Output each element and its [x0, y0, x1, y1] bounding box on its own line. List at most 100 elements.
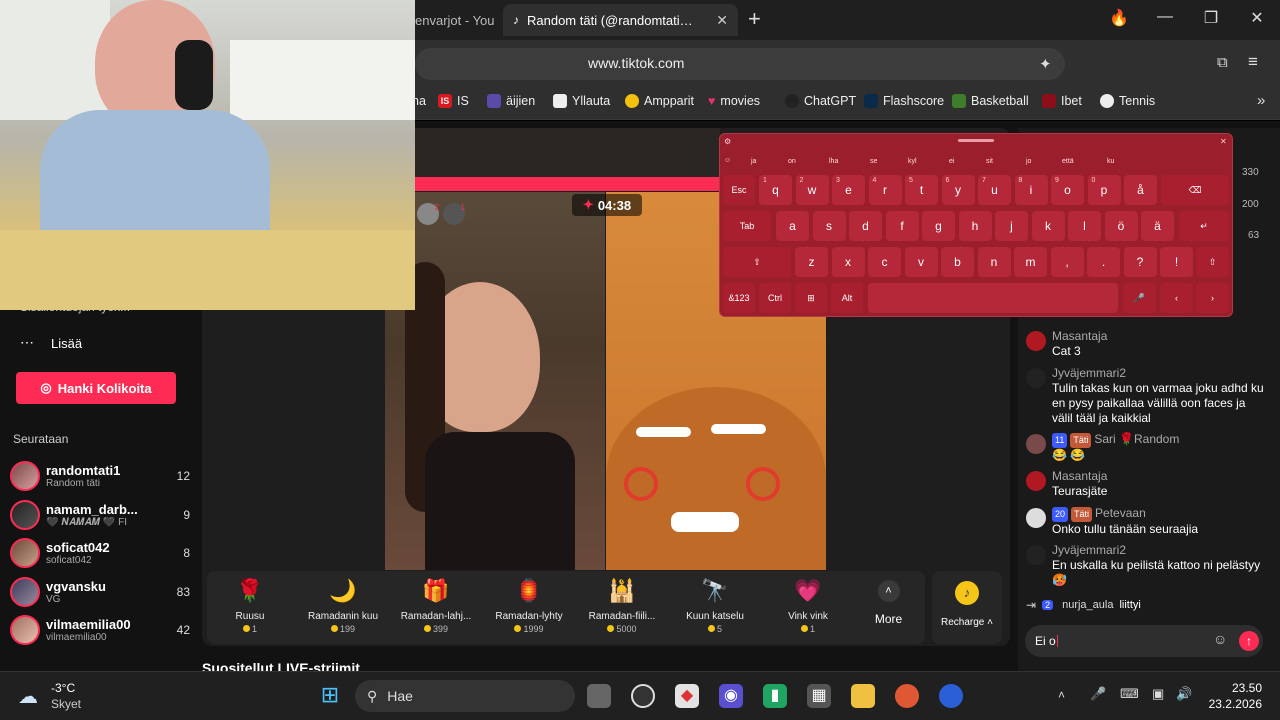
- sidebar-item-more[interactable]: Lisää: [51, 336, 82, 351]
- tabs-icon[interactable]: ⧉: [1217, 54, 1228, 71]
- close-window-button[interactable]: ✕: [1245, 8, 1269, 28]
- bookmark-ampparit[interactable]: Ampparit: [625, 94, 694, 108]
- join-username[interactable]: nurja_aula: [1062, 599, 1113, 611]
- keyboard-key[interactable]: ›: [1196, 283, 1229, 313]
- address-bar[interactable]: [415, 48, 1065, 80]
- chat-username[interactable]: Petevaan: [1095, 506, 1146, 520]
- keyboard-key[interactable]: c: [868, 247, 901, 277]
- keyboard-settings-icon[interactable]: ⚙: [724, 137, 731, 146]
- suggestion[interactable]: jo: [1026, 158, 1031, 165]
- keyboard-key[interactable]: ⊞: [795, 283, 827, 313]
- app-icon[interactable]: ◉: [719, 684, 743, 708]
- keyboard-key[interactable]: Ctrl: [759, 283, 791, 313]
- minimize-button[interactable]: —: [1153, 8, 1177, 26]
- avatar[interactable]: [1026, 508, 1046, 528]
- weather-temp[interactable]: -3°C: [51, 681, 75, 695]
- keyboard-key[interactable]: i8: [1014, 175, 1048, 205]
- keyboard-key[interactable]: o9: [1051, 175, 1084, 205]
- new-tab-button[interactable]: +: [748, 6, 761, 32]
- gift-item[interactable]: 🎁 Ramadan-lahj... 399: [391, 575, 481, 634]
- bookmark-yllauta[interactable]: Yllauta: [553, 94, 610, 108]
- sheets-icon[interactable]: ▮: [763, 684, 787, 708]
- keyboard-key[interactable]: ⇧: [723, 247, 791, 277]
- recharge-button[interactable]: ♪ Recharge ˄: [932, 571, 1002, 644]
- assistant-icon[interactable]: ✦: [1039, 55, 1052, 73]
- network-icon[interactable]: ▣: [1152, 686, 1164, 702]
- keyboard-key[interactable]: d: [849, 211, 882, 241]
- keyboard-key[interactable]: s: [812, 211, 846, 241]
- app-icon[interactable]: [939, 684, 963, 708]
- keyboard-key[interactable]: k: [1031, 211, 1065, 241]
- chat-username[interactable]: Masantaja: [1052, 469, 1107, 484]
- gift-item[interactable]: 🕌 Ramadan-fiili... 5000: [577, 575, 667, 634]
- keyboard-key[interactable]: z: [795, 247, 828, 277]
- taskbar-search[interactable]: ⚲ Hae: [355, 680, 575, 712]
- keyboard-key[interactable]: g: [922, 211, 955, 241]
- suggestion[interactable]: on: [788, 158, 796, 165]
- gift-item[interactable]: 🌹 Ruusu 1: [205, 575, 295, 634]
- avatar[interactable]: [1026, 545, 1046, 565]
- suggestion[interactable]: ku: [1107, 158, 1114, 165]
- keyboard-key[interactable]: Esc: [723, 175, 755, 205]
- suggestion[interactable]: se: [870, 158, 877, 165]
- following-item[interactable]: soficat042 soficat042 8: [10, 535, 190, 571]
- suggestion[interactable]: että: [1062, 158, 1074, 165]
- file-explorer-icon[interactable]: [851, 684, 875, 708]
- tab-youtube[interactable]: envarjot - You: [405, 4, 495, 36]
- gift-item[interactable]: 🌙 Ramadanin kuu 199: [298, 575, 388, 634]
- suggestion[interactable]: ei: [949, 158, 954, 165]
- following-item[interactable]: vilmaemilia00 vilmaemilia00 42: [10, 612, 190, 648]
- keyboard-key[interactable]: ,: [1050, 247, 1084, 277]
- keyboard-key[interactable]: Alt: [831, 283, 863, 313]
- tab-tiktok[interactable]: ♪ Random täti (@randomtati1) o ✕: [503, 4, 738, 36]
- viewer-avatar[interactable]: 1: [443, 203, 465, 225]
- bookmark-aijien[interactable]: äijien: [487, 94, 535, 108]
- gift-item[interactable]: 🏮 Ramadan-lyhty 1999: [484, 575, 574, 634]
- duckduckgo-icon[interactable]: [895, 684, 919, 708]
- task-view-icon[interactable]: [587, 684, 611, 708]
- keyboard-key[interactable]: &123: [723, 283, 755, 313]
- bookmark-is[interactable]: IS IS: [438, 94, 469, 108]
- keyboard-key[interactable]: q1: [759, 175, 792, 205]
- keyboard-icon[interactable]: ⌨: [1120, 686, 1139, 702]
- following-item[interactable]: vgvansku VG 83: [10, 574, 190, 610]
- keyboard-key[interactable]: ⇧: [1196, 247, 1229, 277]
- keyboard-key[interactable]: m: [1014, 247, 1047, 277]
- keyboard-key[interactable]: y6: [941, 175, 975, 205]
- get-coins-button[interactable]: ◎ Hanki Kolikoita: [16, 372, 176, 404]
- following-item[interactable]: randomtati1 Random täti 12: [10, 458, 190, 494]
- gift-item[interactable]: 🔭 Kuun katselu 5: [670, 575, 760, 634]
- bookmark-chatgpt[interactable]: ChatGPT: [785, 94, 856, 108]
- avatar[interactable]: [1026, 471, 1046, 491]
- keyboard-key[interactable]: Tab: [723, 211, 771, 241]
- keyboard-key[interactable]: [868, 283, 1118, 313]
- keyboard-key[interactable]: j: [995, 211, 1028, 241]
- calculator-icon[interactable]: ▦: [807, 684, 831, 708]
- more-icon[interactable]: ⋯: [20, 334, 34, 351]
- suggestion[interactable]: kyl: [908, 158, 917, 165]
- keyboard-key[interactable]: .: [1087, 247, 1120, 277]
- windows-start-icon[interactable]: ⊞: [318, 683, 342, 707]
- keyboard-key[interactable]: ‹: [1160, 283, 1193, 313]
- avatar[interactable]: [1026, 434, 1046, 454]
- keyboard-key[interactable]: e3: [832, 175, 865, 205]
- bookmark-movies[interactable]: ♥ movies: [708, 94, 760, 108]
- chevron-up-icon[interactable]: ˄: [1058, 688, 1065, 702]
- volume-icon[interactable]: 🔊: [1176, 686, 1192, 702]
- keyboard-key[interactable]: ⌫: [1161, 175, 1229, 205]
- suggestion[interactable]: lha: [829, 158, 838, 165]
- obs-icon[interactable]: [631, 684, 655, 708]
- suggestion[interactable]: sit: [986, 158, 993, 165]
- cloud-icon[interactable]: ☁: [18, 684, 38, 709]
- keyboard-key[interactable]: a: [776, 211, 809, 241]
- viewer-avatar[interactable]: 2: [417, 203, 439, 225]
- bookmark-flashscore[interactable]: Flashscore: [864, 94, 944, 108]
- keyboard-close-icon[interactable]: ✕: [1220, 137, 1227, 146]
- keyboard-drag-handle[interactable]: [958, 139, 994, 142]
- chat-username[interactable]: Jyväjemmari2: [1052, 366, 1266, 381]
- emoji-panel-icon[interactable]: ☺: [724, 157, 731, 164]
- keyboard-key[interactable]: w2: [795, 175, 829, 205]
- keyboard-key[interactable]: f: [885, 211, 919, 241]
- bookmark-tennis[interactable]: Tennis: [1100, 94, 1155, 108]
- keyboard-key[interactable]: !: [1160, 247, 1193, 277]
